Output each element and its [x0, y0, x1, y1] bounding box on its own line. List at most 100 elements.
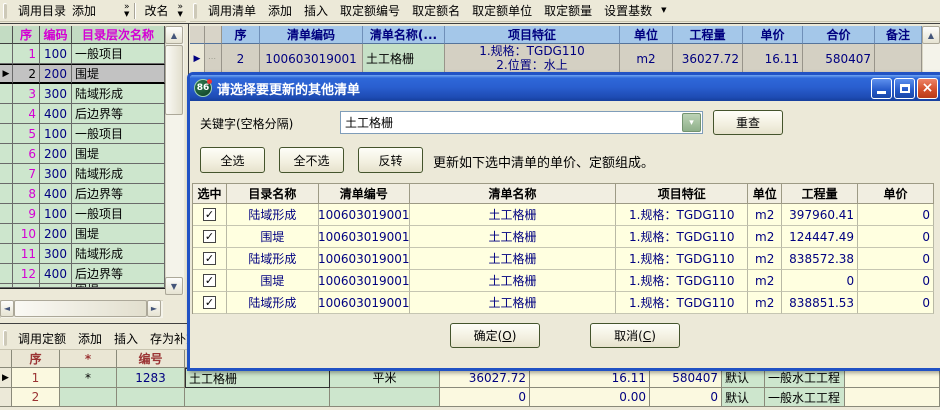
scroll-right-icon[interactable]: ►: [147, 300, 161, 317]
row-checkbox[interactable]: ✓: [203, 274, 216, 287]
catalog-row[interactable]: 12 400 后边界等: [0, 264, 165, 284]
col-seq[interactable]: 序: [12, 350, 60, 368]
col-feature[interactable]: 项目特征: [445, 26, 620, 44]
row-checkbox[interactable]: ✓: [203, 208, 216, 221]
toolbar-grip[interactable]: [3, 330, 7, 346]
list-row[interactable]: ▶ ⋯ 2 100603019001 土工格栅 1.规格：TGDG110 2.位…: [190, 44, 922, 74]
toolbar-overflow-icon[interactable]: »▼: [174, 4, 186, 18]
col-star[interactable]: *: [60, 350, 117, 368]
select-none-button[interactable]: 全不选: [279, 147, 344, 173]
catalog-table: 序 编码 目录层次名称 1 100 一般项目 ▶ 2 200 围堤 3 300 …: [0, 26, 165, 289]
col-dir-name[interactable]: 目录名称: [227, 184, 319, 204]
dialog-header-row: 选中 目录名称 清单编号 清单名称 项目特征 单位 工程量 单价: [193, 184, 934, 204]
invert-selection-button[interactable]: 反转: [358, 147, 423, 173]
col-seq[interactable]: 序: [13, 26, 40, 44]
col-unit[interactable]: 单位: [748, 184, 782, 204]
scroll-left-icon[interactable]: ◄: [0, 300, 14, 317]
menu-call-quota[interactable]: 调用定额: [12, 328, 72, 348]
col-unit[interactable]: 单位: [620, 26, 673, 44]
catalog-hscroll-thumb[interactable]: [14, 300, 147, 317]
toolbar-overflow-icon[interactable]: ▼: [658, 7, 669, 14]
dialog-row[interactable]: ✓ 陆域形成 100603019001 土工格栅 1.规格：TGDG110 m2…: [193, 248, 934, 270]
col-list-code[interactable]: 清单编码: [260, 26, 363, 44]
dialog-row[interactable]: ✓ 陆域形成 100603019001 土工格栅 1.规格：TGDG110 m2…: [193, 292, 934, 314]
menu-call-catalog[interactable]: 调用目录: [12, 1, 72, 21]
catalog-row[interactable]: 8 400 后边界等: [0, 184, 165, 204]
cancel-button[interactable]: 取消(C): [590, 323, 680, 348]
catalog-row[interactable]: 7 300 陆域形成: [0, 164, 165, 184]
dialog-row[interactable]: ✓ 围堤 100603019001 土工格栅 1.规格：TGDG110 m2 0…: [193, 270, 934, 292]
list-header-row: 序 清单编码 清单名称(... 项目特征 单位 工程量 单价 合价 备注: [190, 26, 922, 44]
menu-insert[interactable]: 插入: [298, 1, 334, 21]
keyword-combobox[interactable]: 土工格栅 ▾: [340, 111, 703, 134]
scroll-down-icon[interactable]: ▼: [165, 277, 183, 295]
catalog-row[interactable]: 9 100 一般项目: [0, 204, 165, 224]
quota-row[interactable]: 2 0 0.00 0 默认 一般水工工程: [0, 388, 940, 407]
col-list-code[interactable]: 清单编号: [319, 184, 410, 204]
col-list-name[interactable]: 清单名称(...: [363, 26, 445, 44]
catalog-row[interactable]: 5 100 一般项目: [0, 124, 165, 144]
menu-insert-quota[interactable]: 插入: [108, 328, 144, 348]
catalog-row[interactable]: 1 100 一般项目: [0, 44, 165, 64]
catalog-row-partial[interactable]: 围堤: [0, 284, 165, 289]
col-feature[interactable]: 项目特征: [616, 184, 748, 204]
catalog-row[interactable]: 3 300 陆域形成: [0, 84, 165, 104]
row-checkbox[interactable]: ✓: [203, 296, 216, 309]
catalog-header-row: 序 编码 目录层次名称: [0, 26, 165, 44]
menu-get-quota-unit[interactable]: 取定额单位: [466, 1, 538, 21]
col-list-name[interactable]: 清单名称: [410, 184, 617, 204]
scroll-up-icon[interactable]: ▲: [165, 26, 183, 44]
toolbar-overflow-icon[interactable]: »▼: [121, 4, 133, 18]
catalog-row[interactable]: 10 200 围堤: [0, 224, 165, 244]
dialog-titlebar[interactable]: 86 请选择要更新的其他清单 ×: [190, 75, 940, 101]
list-table: 序 清单编码 清单名称(... 项目特征 单位 工程量 单价 合价 备注 ▶ ⋯…: [190, 26, 922, 74]
col-total[interactable]: 合价: [803, 26, 875, 44]
dialog-row[interactable]: ✓ 围堤 100603019001 土工格栅 1.规格：TGDG110 m2 1…: [193, 226, 934, 248]
toolbar-separator: [134, 3, 136, 19]
dialog-row[interactable]: ✓ 陆域形成 100603019001 土工格栅 1.规格：TGDG110 m2…: [193, 204, 934, 226]
col-seq[interactable]: 序: [222, 26, 260, 44]
col-price[interactable]: 单价: [743, 26, 803, 44]
current-row-marker: ▶: [0, 368, 12, 388]
menu-get-quota-number[interactable]: 取定额编号: [334, 1, 406, 21]
catalog-row[interactable]: 6 200 围堤: [0, 144, 165, 164]
col-qty[interactable]: 工程量: [782, 184, 858, 204]
col-catalog-name[interactable]: 目录层次名称: [72, 26, 165, 44]
maximize-button[interactable]: [894, 78, 915, 99]
col-price[interactable]: 单价: [858, 184, 934, 204]
menu-call-list[interactable]: 调用清单: [202, 1, 262, 21]
toolbar-grip[interactable]: [193, 3, 197, 19]
col-qty[interactable]: 工程量: [673, 26, 743, 44]
catalog-row[interactable]: 11 300 陆域形成: [0, 244, 165, 264]
menu-rename[interactable]: 改名: [138, 1, 174, 21]
col-note[interactable]: 备注: [875, 26, 922, 44]
app-window: 调用目录 添加 »▼ 改名 »▼ 调用清单 添加 插入 取定额编号 取定额名 取…: [0, 0, 940, 410]
catalog-vscroll-thumb[interactable]: [165, 45, 183, 115]
menu-add-catalog[interactable]: 添加: [72, 1, 102, 21]
col-code[interactable]: 编码: [40, 26, 72, 44]
col-code[interactable]: 编号: [117, 350, 185, 368]
minimize-icon: [877, 91, 886, 94]
catalog-row[interactable]: 4 400 后边界等: [0, 104, 165, 124]
row-checkbox[interactable]: ✓: [203, 252, 216, 265]
minimize-button[interactable]: [871, 78, 892, 99]
select-all-button[interactable]: 全选: [200, 147, 265, 173]
menu-set-base[interactable]: 设置基数: [598, 1, 658, 21]
col-selected[interactable]: 选中: [193, 184, 227, 204]
dialog-title: 请选择要更新的其他清单: [217, 79, 360, 98]
row-indicator-header: [0, 26, 13, 44]
close-button[interactable]: ×: [917, 78, 938, 99]
quota-row[interactable]: ▶ 1 * 1283 土工格栅 平米 36027.72 16.11 580407…: [0, 368, 940, 388]
menu-add[interactable]: 添加: [262, 1, 298, 21]
toolbar-grip[interactable]: [3, 3, 7, 19]
menu-get-quota-qty[interactable]: 取定额量: [538, 1, 598, 21]
ok-button[interactable]: 确定(O): [450, 323, 540, 348]
requery-button[interactable]: 重查: [713, 110, 783, 135]
selected-cell[interactable]: 土工格栅: [185, 368, 330, 388]
row-checkbox[interactable]: ✓: [203, 230, 216, 243]
scroll-up-icon[interactable]: ▲: [922, 26, 940, 44]
combo-dropdown-icon[interactable]: ▾: [682, 113, 701, 132]
menu-add-quota[interactable]: 添加: [72, 328, 108, 348]
catalog-row-selected[interactable]: ▶ 2 200 围堤: [0, 64, 165, 84]
menu-get-quota-name[interactable]: 取定额名: [406, 1, 466, 21]
